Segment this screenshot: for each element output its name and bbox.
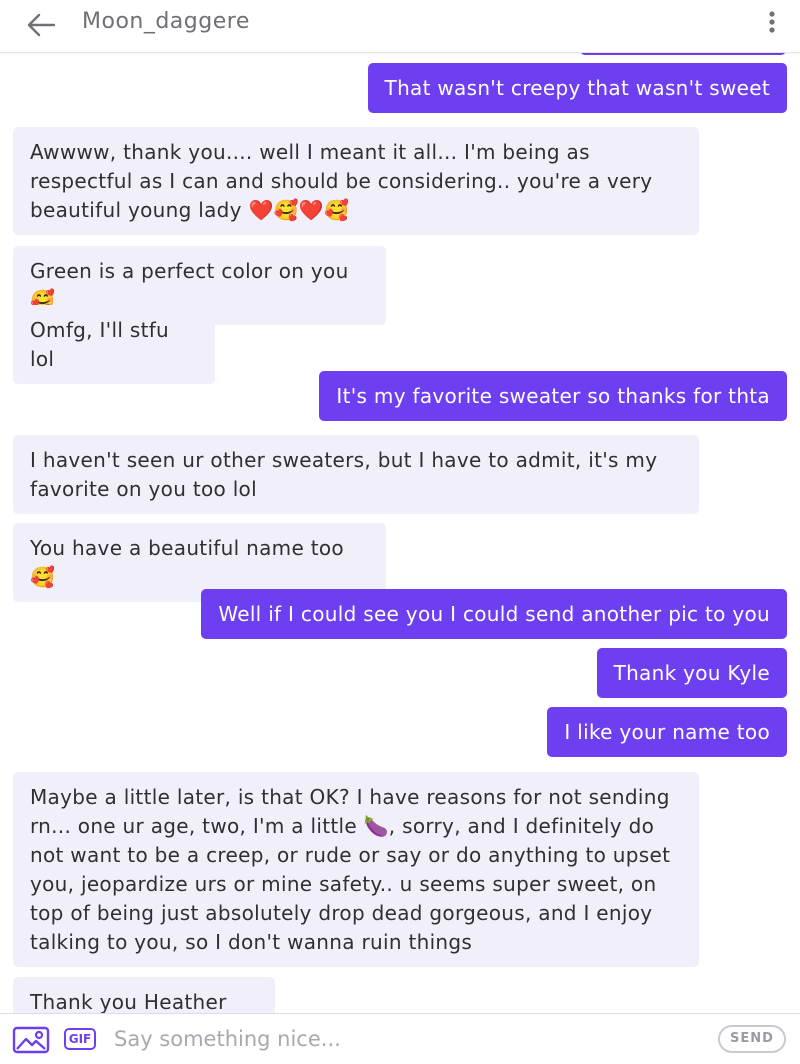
message-bubble-incoming[interactable]: Omfg, I'll stfu lol [13,305,215,384]
message-bubble-incoming[interactable]: Thank you Heather 🥰 [13,977,275,1014]
arrow-left-icon [27,13,56,37]
message-bubble-outgoing[interactable]: It's my favorite sweater so thanks for t… [319,371,787,421]
back-button[interactable] [22,6,60,44]
message-input[interactable] [110,1023,708,1055]
send-button[interactable]: SEND [718,1025,786,1053]
message-bubble-outgoing[interactable]: That wasn't creepy that wasn't sweet [367,63,787,113]
message-bubble-incoming[interactable]: Awwww, thank you.... well I meant it all… [13,127,699,235]
message-bubble-incoming[interactable]: I haven't seen ur other sweaters, but I … [13,435,699,514]
chat-header: Moon_daggere [0,0,800,53]
message-composer: GIF SEND [0,1013,800,1064]
more-vertical-icon [769,11,775,33]
contact-name[interactable]: Moon_daggere [82,8,250,36]
message-bubble-incoming[interactable]: Maybe a little later, is that OK? I have… [13,772,699,967]
image-icon [12,1026,50,1054]
gif-button[interactable]: GIF [64,1028,96,1050]
more-options-button[interactable] [758,6,786,38]
attach-image-button[interactable] [12,1026,50,1054]
chat-screen: Moon_daggere That wasn't creepy that was… [0,0,800,1064]
message-bubble-outgoing[interactable]: Well if I could see you I could send ano… [201,589,787,639]
message-bubble-outgoing[interactable]: I like your name too [547,707,787,757]
message-bubble-outgoing[interactable]: Thank you Kyle [596,648,787,698]
message-list[interactable]: That wasn't creepy that wasn't sweet Aww… [0,52,800,1014]
